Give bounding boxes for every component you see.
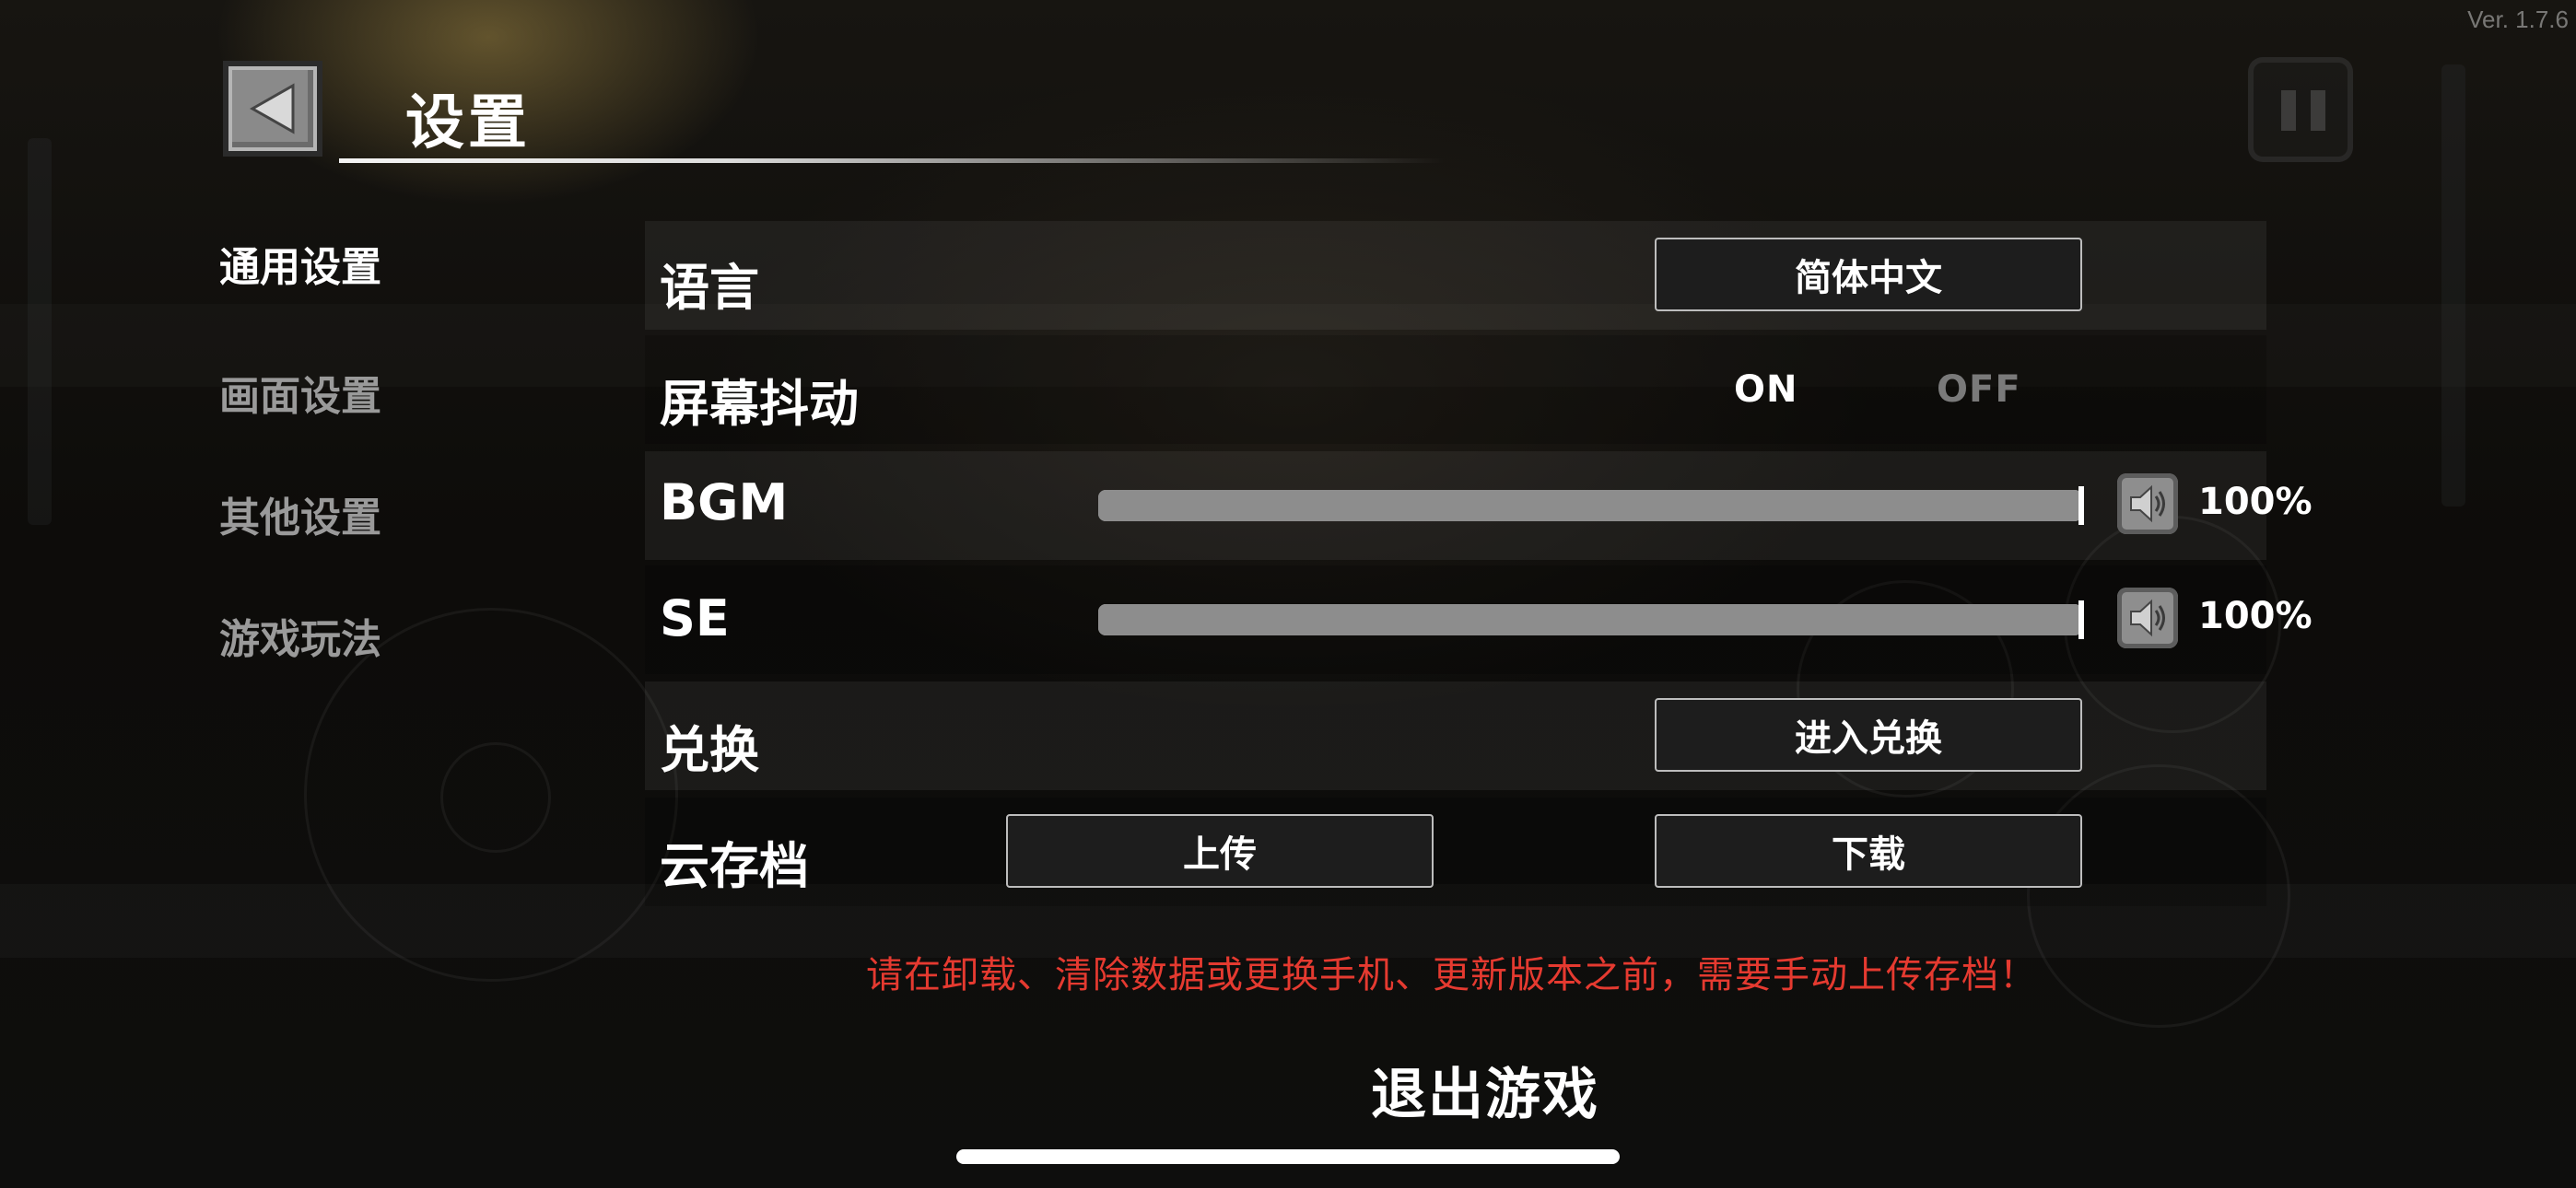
se-label: SE [660,589,730,647]
version-label: Ver. 1.7.6 [2467,6,2569,33]
se-slider-fill [1098,604,2082,635]
redeem-label: 兑换 [660,721,759,779]
sidebar-item-general[interactable]: 通用设置 [219,234,381,293]
bgm-slider-handle[interactable] [2078,486,2084,525]
upload-button[interactable]: 上传 [1006,814,1434,888]
cloud-save-warning: 请在卸载、清除数据或更换手机、更新版本之前，需要手动上传存档！ [866,954,2037,996]
se-mute-button[interactable] [2117,588,2178,648]
bgm-slider[interactable] [1098,490,2082,521]
pause-icon [2281,90,2296,131]
joystick-knob-ghost [440,742,551,853]
se-slider-handle[interactable] [2078,600,2084,639]
pause-icon [2311,90,2325,131]
se-percent: 100% [2198,595,2313,637]
pause-button[interactable] [2248,57,2353,162]
enter-redeem-button[interactable]: 进入兑换 [1655,698,2082,772]
sidebar-item-other[interactable]: 其他设置 [219,484,381,543]
exit-game-button[interactable]: 退出游戏 [1371,1050,1599,1130]
bgm-slider-fill [1098,490,2082,521]
screen-shake-label: 屏幕抖动 [660,375,859,433]
bgm-mute-button[interactable] [2117,473,2178,534]
title-underline [339,158,1445,163]
back-arrow-icon [249,83,295,134]
download-button[interactable]: 下载 [1655,814,2082,888]
sidebar-item-gameplay[interactable]: 游戏玩法 [219,606,381,665]
bgm-percent: 100% [2198,481,2313,523]
se-slider[interactable] [1098,604,2082,635]
screen-shake-off-toggle[interactable]: OFF [1937,368,2021,411]
scene-pillar [28,138,52,525]
scene-pillar [2441,64,2465,507]
bgm-label: BGM [660,473,789,531]
sidebar-item-display[interactable]: 画面设置 [219,363,381,422]
speaker-icon [2130,484,2165,523]
home-indicator[interactable] [956,1149,1620,1164]
page-title: 设置 [405,89,531,157]
back-button[interactable] [223,61,322,157]
language-label: 语言 [660,259,759,317]
settings-row-screen-shake [645,335,2266,444]
language-select-button[interactable]: 简体中文 [1655,238,2082,311]
speaker-icon [2130,599,2165,637]
cloud-save-label: 云存档 [660,837,809,895]
screen-shake-on-toggle[interactable]: ON [1734,368,1797,411]
